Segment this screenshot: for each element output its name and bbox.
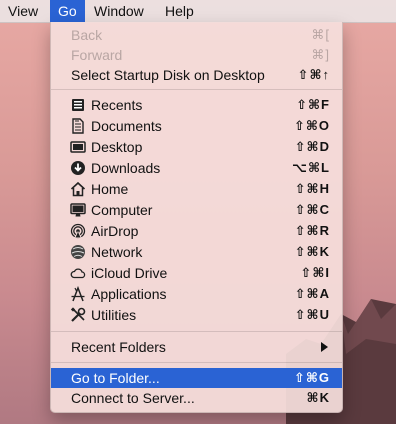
menu-bar: View Go Window Help	[0, 0, 396, 23]
menu-item-computer[interactable]: Computer ⇧⌘C	[51, 200, 342, 220]
menu-window[interactable]: Window	[86, 0, 152, 22]
menu-item-applications[interactable]: Applications ⇧⌘A	[51, 284, 342, 304]
menu-item-recents[interactable]: Recents ⇧⌘F	[51, 95, 342, 115]
icloud-icon	[70, 265, 86, 281]
menu-item-airdrop[interactable]: AirDrop ⇧⌘R	[51, 221, 342, 241]
menu-item-select-startup-disk[interactable]: Select Startup Disk on Desktop ⇧⌘↑	[51, 65, 342, 85]
menu-separator	[51, 331, 342, 332]
computer-icon	[70, 202, 86, 218]
menu-item-recent-folders[interactable]: Recent Folders	[51, 337, 342, 357]
go-menu-dropdown: Back ⌘[ Forward ⌘] Select Startup Disk o…	[50, 22, 343, 413]
menu-item-back: Back ⌘[	[71, 27, 330, 43]
menu-item-desktop[interactable]: Desktop ⇧⌘D	[51, 137, 342, 157]
menu-help[interactable]: Help	[157, 0, 202, 22]
menu-item-connect-to-server[interactable]: Connect to Server... ⌘K	[51, 388, 342, 408]
network-icon	[70, 244, 86, 260]
menu-item-downloads[interactable]: Downloads ⌥⌘L	[51, 158, 342, 178]
utilities-icon	[70, 307, 86, 323]
menu-separator	[51, 89, 342, 90]
menu-separator	[51, 362, 342, 363]
menu-item-documents[interactable]: Documents ⇧⌘O	[51, 116, 342, 136]
downloads-icon	[70, 160, 86, 176]
desktop-icon	[70, 139, 86, 155]
airdrop-icon	[70, 223, 86, 239]
submenu-arrow-icon	[321, 342, 328, 352]
documents-icon	[70, 118, 86, 134]
menu-view[interactable]: View	[0, 0, 46, 22]
menu-item-utilities[interactable]: Utilities ⇧⌘U	[51, 305, 342, 325]
recents-icon	[70, 97, 86, 113]
menu-item-forward: Forward ⌘]	[71, 47, 330, 63]
home-icon	[70, 181, 86, 197]
menu-item-go-to-folder[interactable]: Go to Folder... ⇧⌘G	[51, 368, 342, 388]
menu-go[interactable]: Go	[50, 0, 85, 22]
menu-item-network[interactable]: Network ⇧⌘K	[51, 242, 342, 262]
applications-icon	[70, 286, 86, 302]
menu-item-icloud-drive[interactable]: iCloud Drive ⇧⌘I	[51, 263, 342, 283]
menu-item-home[interactable]: Home ⇧⌘H	[51, 179, 342, 199]
